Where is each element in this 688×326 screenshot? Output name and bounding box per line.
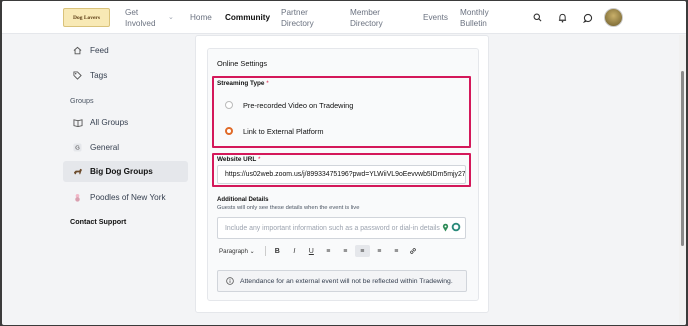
search-icon[interactable] (530, 10, 545, 25)
tag-icon (73, 71, 87, 80)
paragraph-select[interactable]: Paragraph ⌄ (217, 248, 257, 255)
option-external-link[interactable]: Link to External Platform (217, 122, 466, 140)
nav-home[interactable]: Home (190, 1, 212, 34)
top-header: Dog Lovers Get Involved ⌄ Home Community… (2, 1, 686, 34)
align-center-icon[interactable]: ≡ (372, 245, 387, 257)
contact-support-link[interactable]: Contact Support (70, 217, 126, 226)
sidebar-item-general[interactable]: G General (63, 137, 188, 158)
numbered-list-icon[interactable]: ≡ (338, 245, 353, 257)
groups-heading: Groups (70, 96, 94, 105)
nav-partner-directory[interactable]: Partner Directory (281, 1, 314, 34)
nav-community[interactable]: Community (225, 1, 270, 34)
sidebar-item-all-groups[interactable]: All Groups (63, 112, 188, 133)
radio-prerecorded[interactable] (225, 101, 233, 109)
website-url-label: Website URL * (217, 156, 261, 163)
nav-member-directory[interactable]: Member Directory (350, 1, 383, 34)
link-icon[interactable] (406, 245, 421, 257)
info-icon (226, 277, 234, 285)
poodle-icon (73, 193, 87, 203)
website-url-input[interactable]: https://us02web.zoom.us/j/89933475196?pw… (217, 165, 466, 184)
location-pin-icon[interactable] (442, 223, 449, 234)
option-prerecorded[interactable]: Pre-recorded Video on Tradewing (217, 96, 466, 114)
underline-button[interactable]: U (304, 245, 319, 257)
sidebar-item-poodles-of-new-york[interactable]: Poodles of New York (63, 187, 188, 208)
dog-icon (73, 167, 87, 176)
emoji-icon[interactable] (451, 222, 461, 234)
sidebar-item-tags[interactable]: Tags (63, 65, 188, 86)
online-settings-title: Online Settings (217, 59, 268, 68)
details-textarea[interactable]: Include any important information such a… (217, 217, 466, 239)
app-window: Dog Lovers Get Involved ⌄ Home Community… (2, 1, 686, 325)
nav-monthly-bulletin[interactable]: Monthly Bulletin (460, 1, 489, 34)
nav-events[interactable]: Events (423, 1, 448, 34)
italic-button[interactable]: I (287, 245, 302, 257)
radio-external-link[interactable] (225, 127, 233, 135)
g-badge-icon: G (73, 143, 87, 152)
bell-icon[interactable] (555, 10, 570, 25)
streaming-type-label: Streaming Type * (217, 80, 269, 87)
sidebar-item-feed[interactable]: Feed (63, 40, 188, 61)
bold-button[interactable]: B (270, 245, 285, 257)
svg-text:G: G (75, 146, 80, 152)
sidebar: Feed Tags Groups All Groups G General Bi… (2, 35, 202, 325)
editor-toolbar: Paragraph ⌄ B I U ≡ ≡ ≡ ≡ ≡ (217, 245, 423, 257)
toolbar-divider (264, 246, 266, 256)
external-event-notice: Attendance for an external event will no… (217, 270, 467, 292)
user-avatar[interactable] (604, 8, 623, 27)
chevron-down-icon[interactable]: ⌄ (168, 13, 174, 21)
sidebar-item-big-dog-groups[interactable]: Big Dog Groups (63, 161, 188, 182)
additional-details-hint: Guests will only see these details when … (217, 205, 360, 211)
scrollbar-thumb[interactable] (681, 71, 684, 246)
bullet-list-icon[interactable]: ≡ (321, 245, 336, 257)
home-icon (73, 46, 87, 55)
additional-details-label: Additional Details (217, 196, 269, 203)
align-right-icon[interactable]: ≡ (389, 245, 404, 257)
chat-icon[interactable] (580, 10, 595, 25)
chevron-down-icon: ⌄ (249, 247, 255, 255)
site-logo[interactable]: Dog Lovers (63, 8, 110, 27)
align-left-icon[interactable]: ≡ (354, 245, 370, 257)
book-icon (73, 118, 87, 127)
nav-get-involved[interactable]: Get Involved (125, 1, 156, 34)
